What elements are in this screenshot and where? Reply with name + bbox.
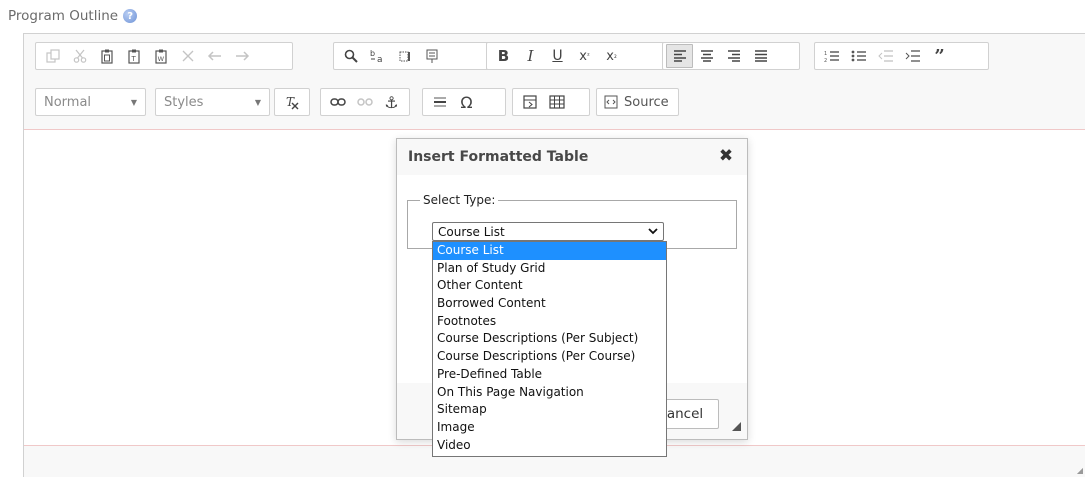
list-group: 12 ” [814, 42, 989, 70]
select-all-icon[interactable] [391, 44, 418, 68]
insert-group: Ω [422, 88, 506, 116]
bulleted-list-icon[interactable] [845, 44, 872, 68]
dialog-title-text: Insert Formatted Table [408, 149, 589, 165]
dropdown-option[interactable]: Other Content [433, 277, 666, 295]
dropdown-option[interactable]: Image [433, 419, 666, 437]
dropdown-option[interactable]: Video [433, 437, 666, 455]
italic-icon[interactable]: I [517, 44, 544, 68]
anchor-icon[interactable]: ⚓ [378, 90, 405, 114]
paste-word-icon[interactable]: W [147, 44, 174, 68]
select-type-legend: Select Type: [423, 193, 496, 207]
styles-combo-value: Styles [164, 94, 204, 110]
dialog-title[interactable]: Insert Formatted Table [397, 139, 747, 176]
chevron-down-icon: ▼ [130, 97, 137, 107]
dialog-resize-icon[interactable] [732, 422, 741, 431]
subscript-icon[interactable]: x₂ [598, 44, 625, 68]
table-group [512, 88, 590, 116]
select-type-options: Course List Plan of Study Grid Other Con… [432, 241, 667, 457]
format-combo-value: Normal [44, 94, 92, 110]
horizontal-rule-icon[interactable] [426, 90, 453, 114]
remove-format-icon[interactable] [174, 44, 201, 68]
editor-resize-icon[interactable]: ◢ [1077, 466, 1083, 475]
outdent-icon[interactable] [872, 44, 899, 68]
replace-icon[interactable]: ba [364, 44, 391, 68]
dropdown-option[interactable]: Plan of Study Grid [433, 260, 666, 278]
table-icon[interactable] [543, 90, 570, 114]
dropdown-option[interactable]: On This Page Navigation [433, 384, 666, 402]
unlink-icon[interactable] [351, 90, 378, 114]
paste-icon[interactable] [93, 44, 120, 68]
clear-format-group: T [274, 88, 310, 116]
link-group: ⚓ [320, 88, 410, 116]
chevron-down-icon: ▼ [254, 97, 261, 107]
select-type-value: Course List [438, 224, 505, 239]
format-combo[interactable]: Normal ▼ [35, 88, 146, 116]
copy-icon[interactable] [39, 44, 66, 68]
align-right-icon[interactable] [720, 44, 747, 68]
numbered-list-icon[interactable]: 12 [818, 44, 845, 68]
find-icon[interactable] [337, 44, 364, 68]
dropdown-option[interactable]: Pre-Defined Table [433, 366, 666, 384]
underline-icon[interactable]: U [544, 44, 571, 68]
svg-text:2: 2 [824, 58, 827, 63]
align-justify-icon[interactable] [747, 44, 774, 68]
redo-icon[interactable] [228, 44, 255, 68]
svg-text:1: 1 [824, 51, 827, 57]
bold-icon[interactable]: B [490, 44, 517, 68]
cut-icon[interactable] [66, 44, 93, 68]
clear-formatting-icon[interactable]: T [278, 90, 305, 114]
field-label-row: Program Outline ? [8, 6, 138, 26]
special-character-icon[interactable]: Ω [453, 90, 480, 114]
basic-styles-group: B I U x² x₂ [486, 42, 673, 70]
chevron-down-icon [648, 228, 658, 235]
dropdown-option[interactable]: Course Descriptions (Per Course) [433, 348, 666, 366]
close-icon[interactable]: ✖ [717, 146, 735, 166]
dropdown-option[interactable]: Footnotes [433, 313, 666, 331]
source-label: Source [624, 94, 669, 110]
help-question-icon[interactable]: ? [123, 9, 138, 23]
source-icon [604, 95, 618, 109]
cancel-button-label: ancel [666, 406, 704, 422]
dropdown-option[interactable]: Borrowed Content [433, 295, 666, 313]
select-type-dropdown[interactable]: Course List [432, 222, 664, 241]
field-label: Program Outline [8, 8, 119, 24]
svg-text:T: T [130, 55, 136, 63]
svg-text:b: b [370, 49, 375, 58]
spellcheck-icon[interactable] [418, 44, 445, 68]
paste-text-icon[interactable]: T [120, 44, 147, 68]
indent-icon[interactable] [899, 44, 926, 68]
link-icon[interactable] [324, 90, 351, 114]
find-group: ba [333, 42, 497, 70]
source-button[interactable]: Source [596, 88, 679, 116]
editor-toolbar: T W ba B I U x ² x ₂ 1 2 ” Normal ▼ Styl… [24, 34, 1085, 129]
svg-text:a: a [377, 55, 383, 64]
styles-combo[interactable]: Styles ▼ [155, 88, 270, 116]
superscript-icon[interactable]: x² [571, 44, 598, 68]
blockquote-icon[interactable]: ” [926, 44, 953, 68]
undo-icon[interactable] [201, 44, 228, 68]
align-left-icon[interactable] [666, 44, 693, 68]
align-center-icon[interactable] [693, 44, 720, 68]
svg-text:W: W [157, 55, 164, 63]
dropdown-option[interactable]: Sitemap [433, 401, 666, 419]
insert-formatted-table-icon[interactable] [516, 90, 543, 114]
align-group [662, 42, 800, 70]
dropdown-option[interactable]: Course Descriptions (Per Subject) [433, 330, 666, 348]
dropdown-option[interactable]: Course List [433, 242, 666, 260]
clipboard-group: T W [35, 42, 293, 70]
